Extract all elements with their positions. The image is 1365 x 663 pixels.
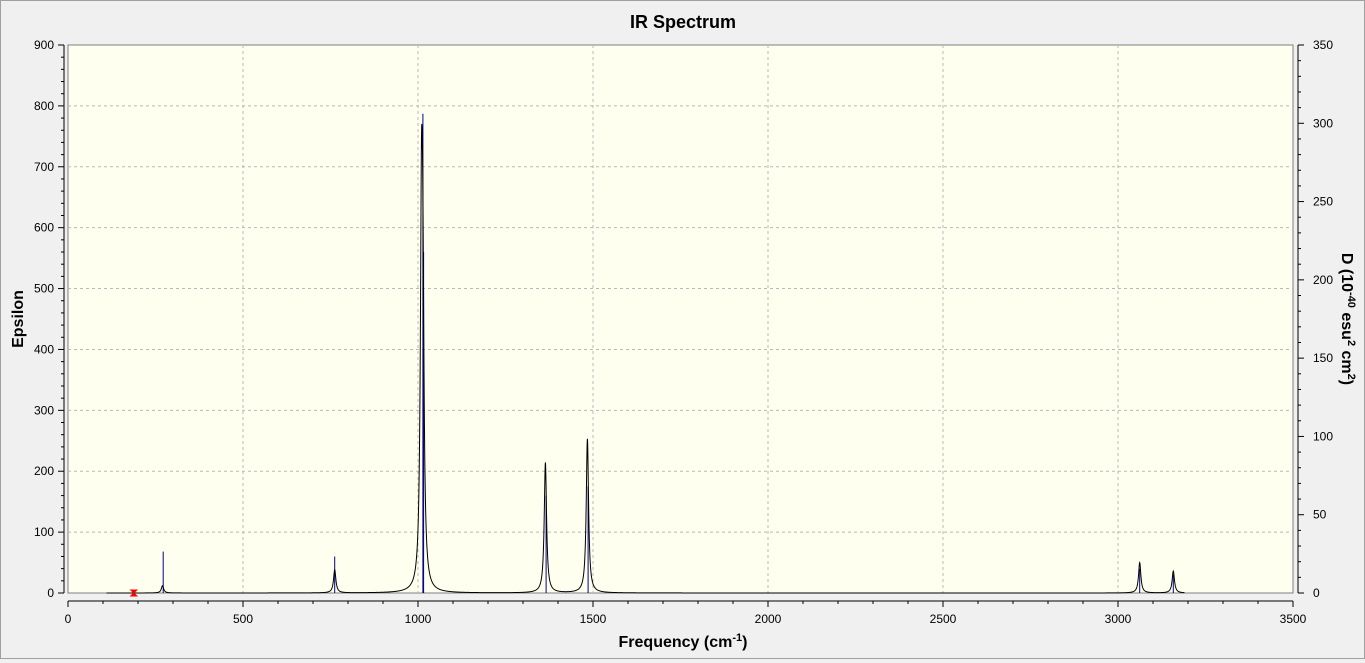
- y-left-tick-label: 900: [34, 38, 54, 52]
- y-left-tick-label: 300: [34, 403, 54, 417]
- y-right-tick-label: 200: [1313, 273, 1333, 287]
- y-left-tick-label: 500: [34, 282, 54, 296]
- y-axis-right-label: D (10-40 esu2 cm2): [1338, 253, 1357, 385]
- x-tick-label: 1000: [405, 612, 432, 626]
- y-right-tick-label: 250: [1313, 195, 1333, 209]
- y-left-tick-label: 400: [34, 342, 54, 356]
- y-left-tick-label: 100: [34, 525, 54, 539]
- chart-window: IR Spectrum 0 500 1000 1500 2000 2500 3000 3500…: [0, 0, 1365, 659]
- y-right-tick-label: 350: [1313, 38, 1333, 52]
- x-tick-label: 2500: [930, 612, 957, 626]
- y-right-tick-label: 150: [1313, 351, 1333, 365]
- y-left-tick-label: 800: [34, 99, 54, 113]
- x-tick-label: 3000: [1105, 612, 1132, 626]
- plot-area: [67, 44, 1294, 594]
- x-tick-label: 1500: [580, 612, 607, 626]
- y-axis-right: 0 50 100 150 200 250 300 350: [1297, 38, 1333, 600]
- y-right-tick-label: 50: [1313, 508, 1327, 522]
- y-right-tick-label: 0: [1313, 586, 1320, 600]
- x-tick-label: 500: [233, 612, 253, 626]
- y-right-tick-label: 300: [1313, 116, 1333, 130]
- y-left-tick-label: 0: [47, 586, 54, 600]
- x-axis: 0 500 1000 1500 2000 2500 3000 3500: [65, 600, 1307, 626]
- y-left-tick-label: 600: [34, 221, 54, 235]
- ir-spectrum-chart: IR Spectrum 0 500 1000 1500 2000 2500 3000 3500…: [10, 12, 1357, 651]
- x-tick-label: 0: [65, 612, 72, 626]
- chart-title: IR Spectrum: [630, 12, 736, 32]
- x-axis-label: Frequency (cm-1): [619, 632, 748, 651]
- y-right-tick-label: 100: [1313, 429, 1333, 443]
- y-axis-left-label: Epsilon: [10, 290, 27, 348]
- x-tick-label: 3500: [1280, 612, 1307, 626]
- y-left-tick-label: 700: [34, 160, 54, 174]
- y-left-tick-label: 200: [34, 464, 54, 478]
- y-axis-left: 0 100 200 300 400 500 600 700 800 900: [34, 38, 65, 600]
- x-tick-label: 2000: [755, 612, 782, 626]
